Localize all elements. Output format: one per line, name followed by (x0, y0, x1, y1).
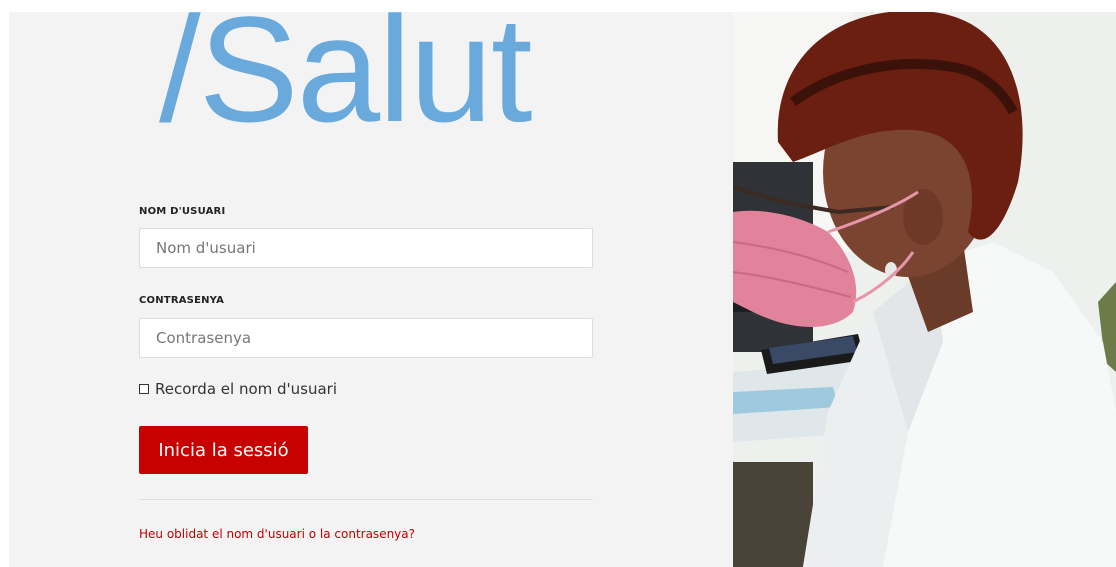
healthcare-worker-photo (733, 12, 1116, 567)
login-panel: /Salut NOM D'USUARI CONTRASENYA Recorda … (9, 12, 733, 567)
remember-username-row[interactable]: Recorda el nom d'usuari (139, 380, 337, 398)
password-input[interactable] (139, 318, 593, 358)
username-input[interactable] (139, 228, 593, 268)
divider (139, 499, 593, 500)
forgot-credentials-link[interactable]: Heu oblidat el nom d'usuari o la contras… (139, 527, 415, 541)
salut-logo: /Salut (159, 12, 533, 153)
remember-checkbox[interactable] (139, 384, 149, 394)
login-button[interactable]: Inicia la sessió (139, 426, 308, 474)
hero-photo (733, 12, 1116, 567)
remember-label: Recorda el nom d'usuari (155, 380, 338, 398)
password-label: CONTRASENYA (139, 295, 225, 306)
username-label: NOM D'USUARI (139, 206, 226, 217)
